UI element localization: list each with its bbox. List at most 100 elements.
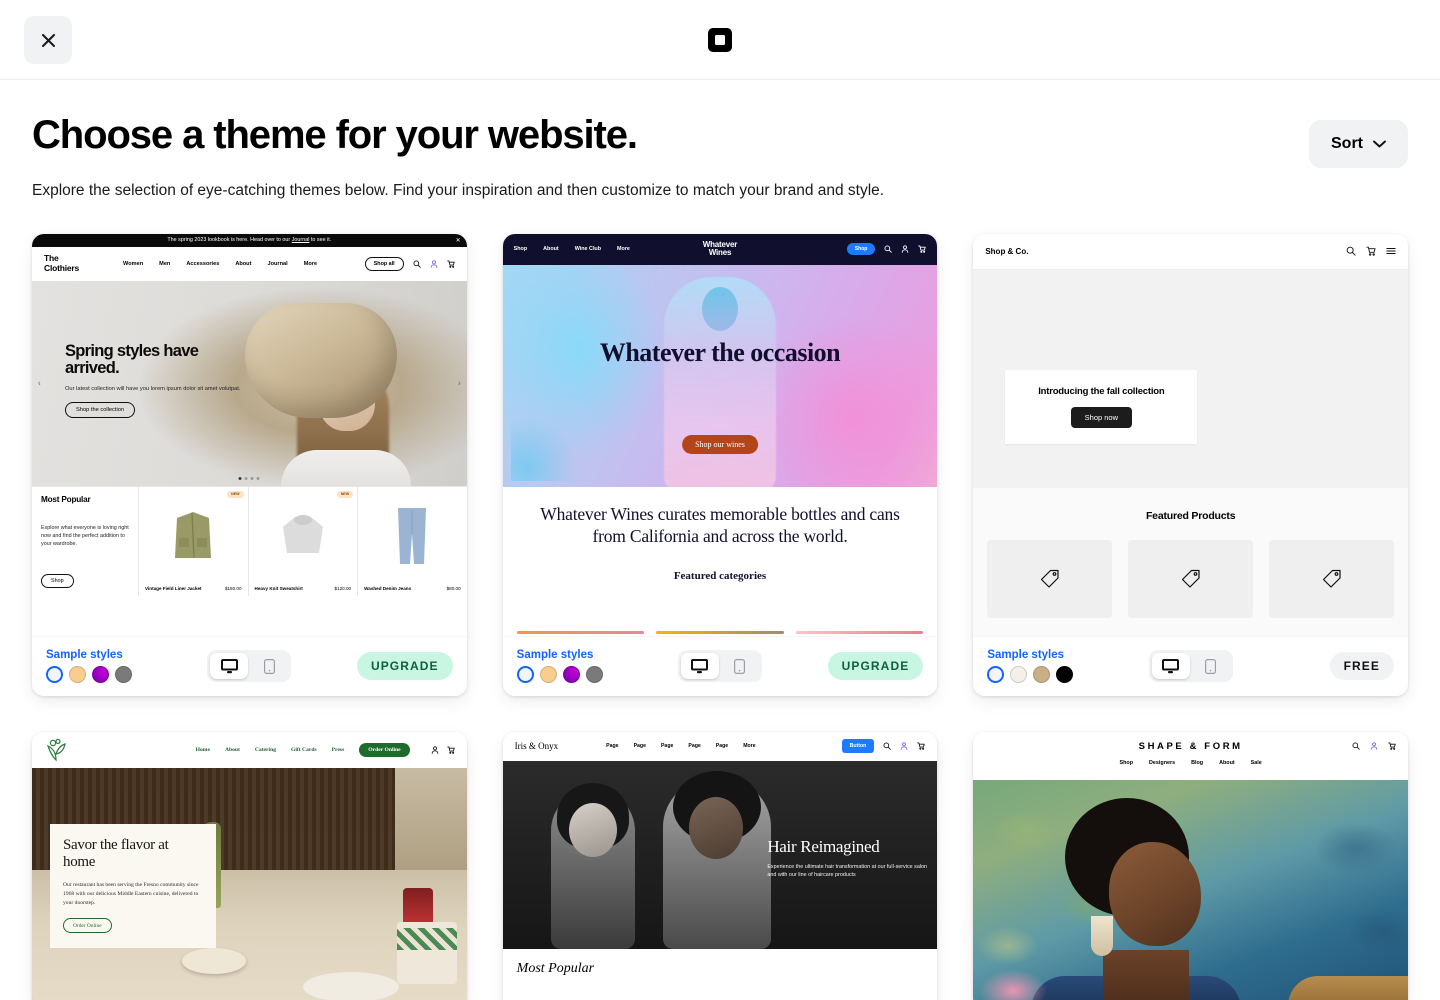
theme-card-iris-and-onyx[interactable]: Iris & Onyx Page Page Page Page Page Mor… bbox=[502, 731, 938, 1000]
cart-icon[interactable] bbox=[917, 742, 926, 751]
color-swatch[interactable] bbox=[1056, 666, 1074, 684]
color-swatch[interactable] bbox=[516, 666, 534, 684]
shop-button[interactable]: Shop bbox=[846, 243, 876, 256]
carousel-dots[interactable] bbox=[238, 476, 260, 480]
site-body: Most Popular bbox=[502, 948, 938, 1000]
nav-link[interactable]: Designers bbox=[1149, 760, 1175, 766]
carousel-next-icon[interactable]: › bbox=[458, 379, 461, 388]
mobile-view-button[interactable] bbox=[721, 653, 759, 679]
nav-link[interactable]: Page bbox=[661, 743, 673, 749]
cart-icon[interactable] bbox=[918, 245, 927, 254]
color-swatch[interactable] bbox=[115, 666, 132, 684]
nav-link[interactable]: Blog bbox=[1191, 760, 1203, 766]
nav-link[interactable]: About bbox=[225, 747, 240, 753]
product-tile[interactable] bbox=[1128, 539, 1254, 618]
card-footer: Sample styles UPGRADE bbox=[32, 635, 467, 696]
hero-model-shoulder bbox=[280, 449, 411, 486]
nav-link[interactable]: Page bbox=[688, 743, 700, 749]
desktop-view-button[interactable] bbox=[210, 653, 249, 680]
color-swatch[interactable] bbox=[539, 666, 557, 684]
account-icon[interactable] bbox=[430, 260, 438, 268]
announcement-link[interactable]: Journal bbox=[292, 237, 310, 243]
product-tile[interactable] bbox=[1269, 539, 1394, 618]
theme-card-shape-and-form[interactable]: SHAPE & FORM Shop Designers Blog About S… bbox=[973, 731, 1408, 1000]
section-cta-button[interactable]: Shop bbox=[41, 573, 74, 588]
search-icon[interactable] bbox=[1352, 742, 1360, 750]
device-toggle[interactable] bbox=[1148, 650, 1233, 683]
theme-card-whatever-wines[interactable]: Shop About Wine Club More Whatever Wines… bbox=[502, 233, 938, 696]
color-swatch[interactable] bbox=[987, 666, 1005, 684]
nav-link[interactable]: About bbox=[543, 246, 559, 252]
search-icon[interactable] bbox=[1346, 246, 1356, 256]
nav-link[interactable]: Page bbox=[634, 743, 646, 749]
menu-icon[interactable] bbox=[1386, 246, 1396, 256]
nav-link[interactable]: Accessories bbox=[186, 261, 219, 267]
device-toggle[interactable] bbox=[207, 650, 292, 683]
nav-link[interactable]: Men bbox=[159, 261, 170, 267]
nav-link[interactable]: Sale bbox=[1251, 760, 1262, 766]
carousel-prev-icon[interactable]: ‹ bbox=[38, 379, 41, 388]
product-card[interactable]: NEW Heavy Knit Sweatshirt $120.00 bbox=[249, 486, 359, 596]
color-swatch[interactable] bbox=[1033, 666, 1051, 684]
cart-icon[interactable] bbox=[1366, 246, 1376, 256]
site-blurb: Whatever Wines curates memorable bottles… bbox=[540, 503, 900, 547]
nav-link[interactable]: Shop bbox=[1120, 760, 1133, 766]
nav-link[interactable]: Home bbox=[196, 747, 210, 753]
color-swatch[interactable] bbox=[46, 666, 63, 684]
nav-cta-button[interactable]: Button bbox=[841, 739, 875, 754]
site-logo: Iris & Onyx bbox=[514, 741, 559, 752]
hero-text-panel: Savor the flavor at home Our restaurant … bbox=[50, 823, 216, 949]
nav-link[interactable]: About bbox=[235, 261, 251, 267]
color-swatch[interactable] bbox=[585, 666, 603, 684]
search-icon[interactable] bbox=[413, 260, 421, 268]
nav-link[interactable]: More bbox=[304, 261, 317, 267]
color-swatch[interactable] bbox=[1010, 666, 1028, 684]
nav-link[interactable]: Journal bbox=[267, 261, 287, 267]
color-swatch[interactable] bbox=[92, 666, 109, 684]
color-swatch[interactable] bbox=[562, 666, 580, 684]
search-icon[interactable] bbox=[884, 245, 893, 253]
search-icon[interactable] bbox=[883, 742, 892, 750]
device-toggle[interactable] bbox=[677, 650, 762, 683]
nav-link[interactable]: Shop bbox=[514, 246, 527, 252]
desktop-view-button[interactable] bbox=[1151, 653, 1190, 680]
nav-link[interactable]: Gift Cards bbox=[291, 747, 317, 753]
shop-all-button[interactable]: Shop all bbox=[364, 256, 404, 271]
nav-link[interactable]: More bbox=[617, 246, 630, 252]
site-navbar: Shop About Wine Club More Whatever Wines… bbox=[502, 233, 938, 265]
nav-link[interactable]: Press bbox=[332, 747, 345, 753]
account-icon[interactable] bbox=[431, 746, 439, 754]
mobile-view-button[interactable] bbox=[1192, 653, 1230, 679]
sort-button[interactable]: Sort bbox=[1309, 120, 1408, 168]
theme-card-the-clothiers[interactable]: The spring 2023 lookbook is here. Head o… bbox=[32, 233, 467, 696]
color-swatch[interactable] bbox=[69, 666, 86, 684]
nav-link[interactable]: Page bbox=[716, 743, 728, 749]
theme-card-shop-and-co[interactable]: Shop & Co. Introducing the fall collecti… bbox=[973, 233, 1408, 696]
hero-cta-button[interactable]: Order Online bbox=[63, 918, 112, 934]
order-online-button[interactable]: Order Online bbox=[359, 742, 410, 757]
product-card[interactable]: Washed Denim Jeans $80.00 bbox=[358, 487, 467, 596]
nav-link[interactable]: About bbox=[1219, 760, 1235, 766]
cart-icon[interactable] bbox=[446, 746, 455, 754]
hero-cta-button[interactable]: Shop the collection bbox=[65, 402, 136, 419]
cart-icon[interactable] bbox=[1388, 742, 1396, 750]
close-button[interactable] bbox=[24, 16, 72, 64]
mobile-view-button[interactable] bbox=[250, 653, 288, 679]
desktop-view-button[interactable] bbox=[680, 653, 719, 680]
cart-icon[interactable] bbox=[446, 260, 455, 268]
nav-link[interactable]: Page bbox=[606, 743, 618, 749]
account-icon[interactable] bbox=[901, 245, 909, 253]
site-hero: Savor the flavor at home Our restaurant … bbox=[32, 767, 467, 1000]
hero-cta-button[interactable]: Shop our wines bbox=[682, 434, 758, 454]
account-icon[interactable] bbox=[1370, 742, 1378, 750]
nav-link[interactable]: More bbox=[743, 743, 755, 749]
product-tile[interactable] bbox=[987, 539, 1113, 618]
theme-card-restaurant[interactable]: Home About Catering Gift Cards Press Ord… bbox=[32, 731, 467, 1000]
nav-link[interactable]: Women bbox=[123, 261, 143, 267]
hero-cta-button[interactable]: Shop now bbox=[1070, 406, 1132, 428]
product-card[interactable]: NEW Vintage Field Liner Jacket $150.00 bbox=[139, 486, 249, 596]
nav-link[interactable]: Wine Club bbox=[575, 246, 601, 252]
announcement-close-icon[interactable]: ✕ bbox=[456, 237, 461, 244]
nav-link[interactable]: Catering bbox=[255, 747, 276, 753]
account-icon[interactable] bbox=[900, 742, 908, 750]
